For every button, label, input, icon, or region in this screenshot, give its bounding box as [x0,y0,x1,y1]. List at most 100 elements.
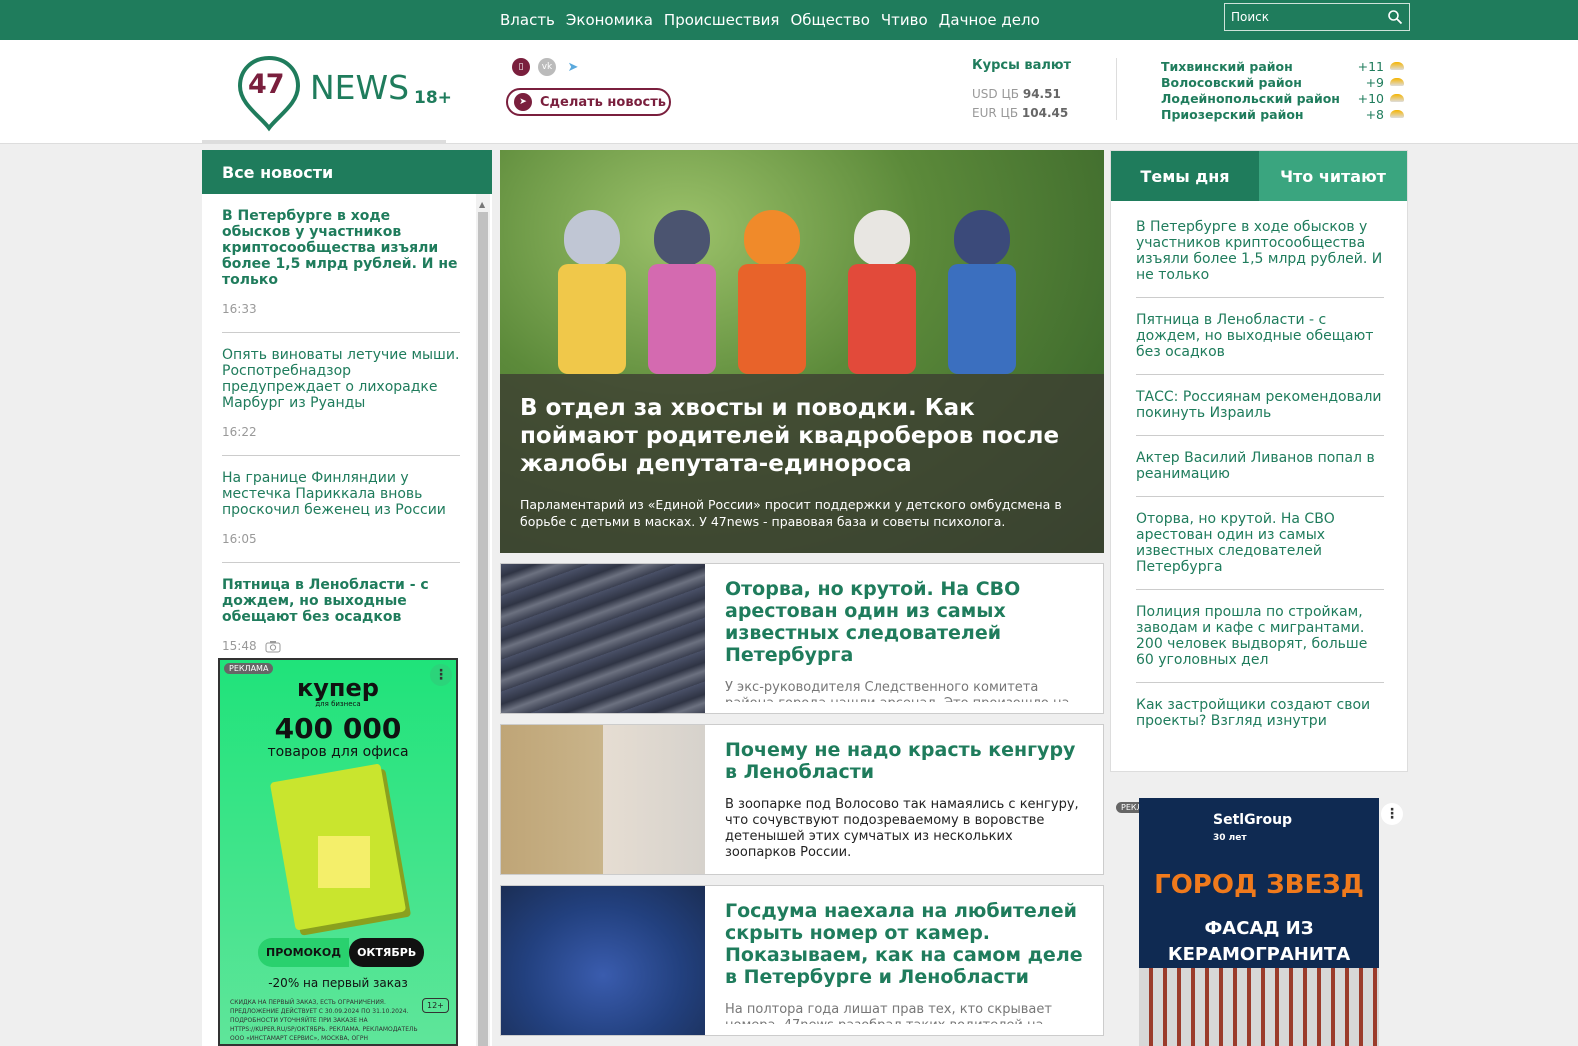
rates-title: Курсы валют [972,58,1072,73]
topic-item[interactable]: Как застройщики создают свои проекты? Вз… [1136,697,1384,743]
make-news-label: Сделать новость [540,94,666,110]
advert-kuper[interactable]: РЕКЛАМА ⋮ купер для бизнеса 400 000 това… [218,658,458,1046]
ad-discount: -20% на первый заказ [268,976,408,990]
ad-label: РЕКЛАМА [224,663,274,674]
nav-link-society[interactable]: Общество [790,11,869,29]
article-description: На полтора года лишат прав тех, кто скры… [725,1002,1052,1024]
ad-title: ГОРОД ЗВЕЗД [1154,870,1364,900]
article-title[interactable]: Почему не надо красть кенгуру в Леноблас… [725,739,1085,783]
weather-row[interactable]: Тихвинский район +11 [1161,58,1411,74]
feed-headline[interactable]: В Петербурге в ходе обысков у участников… [222,208,460,288]
logo-number: 47 [248,69,285,100]
feed-time: 15:48 [222,639,460,653]
article-image [501,725,705,874]
logo-name: NEWS [310,68,410,107]
phone-icon[interactable]: ▯ [512,58,530,76]
news-feed-title[interactable]: Все новости [202,150,492,194]
cloud-sun-icon [1390,78,1404,86]
ad-age: 12+ [422,998,449,1013]
feed-item[interactable]: Опять виноваты летучие мыши. Роспотребна… [222,347,460,456]
nav-link-vlast[interactable]: Власть [500,11,555,29]
feed-item[interactable]: На границе Финляндии у местечка Париккал… [222,470,460,563]
social-links: ▯ vk ➤ [512,58,582,76]
hero-article[interactable]: В отдел за хвосты и поводки. Как поймают… [500,150,1104,553]
topic-item[interactable]: Полиция прошла по стройкам, заводам и ка… [1136,604,1384,683]
make-news-button[interactable]: ➤ Сделать новость [506,88,671,116]
age-rating: 18+ [414,88,452,108]
cloud-sun-icon [1390,110,1404,118]
topics-list: В Петербурге в ходе обысков у участников… [1136,219,1384,757]
tab-most-read[interactable]: Что читают [1259,151,1407,201]
article-card[interactable]: Оторва, но крутой. На СВО арестован один… [500,563,1104,714]
ad-brand-sub: для бизнеса [315,700,361,708]
ad-goods: товаров для офиса [267,744,409,760]
eur-rate: EUR ЦБ 104.45 [972,106,1069,120]
weather-row[interactable]: Волосовский район +9 [1161,74,1411,90]
feed-item[interactable]: В Петербурге в ходе обысков у участников… [222,208,460,333]
feed-headline[interactable]: Опять виноваты летучие мыши. Роспотребна… [222,347,460,411]
ad-brand: купер [297,674,379,702]
send-icon: ➤ [514,93,532,111]
site-header: 47 NEWS 18+ ▯ vk ➤ ➤ Сделать новость Кур… [0,40,1578,144]
topics-column: Темы дня Что читают В Петербурге в ходе … [1110,150,1408,772]
camera-icon [265,640,281,652]
article-card[interactable]: Почему не надо красть кенгуру в Леноблас… [500,724,1104,875]
nav-link-economy[interactable]: Экономика [566,11,653,29]
feed-time: 16:05 [222,532,257,546]
ad-menu-icon[interactable]: ⋮ [1381,803,1403,825]
topic-item[interactable]: ТАСС: Россиянам рекомендовали покинуть И… [1136,389,1384,436]
tab-topics-of-day[interactable]: Темы дня [1111,151,1259,201]
article-image [501,886,705,1035]
weather-widget: Тихвинский район +11 Волосовский район +9 … [1161,58,1411,122]
hero-title[interactable]: В отдел за хвосты и поводки. Как поймают… [520,394,1084,478]
scrollbar-thumb[interactable] [478,212,488,1046]
nav-links: Власть Экономика Происшествия Общество Ч… [500,0,1040,40]
feed-item[interactable]: Пятница в Ленобласти - с дождем, но выхо… [222,577,460,653]
ad-fine-print: СКИДКА НА ПЕРВЫЙ ЗАКАЗ, ЕСТЬ ОГРАНИЧЕНИЯ… [230,999,418,1042]
site-logo[interactable]: 47 NEWS 18+ [236,54,466,132]
feed-scrollbar[interactable]: ▲ [476,194,490,1046]
nav-link-dacha[interactable]: Дачное дело [939,11,1040,29]
search-input[interactable] [1225,4,1409,30]
weather-row[interactable]: Лодейнопольский район +10 [1161,90,1411,106]
cloud-sun-icon [1390,62,1404,70]
vk-icon[interactable]: vk [538,58,556,76]
promo-label: ПРОМОКОД [258,938,350,967]
divider [1116,58,1117,120]
topic-item[interactable]: Актер Василий Ливанов попал в реанимацию [1136,450,1384,497]
article-image [501,564,705,713]
promo-badge: ПРОМОКОД ОКТЯБРЬ [258,938,425,967]
logo-underline [202,140,446,144]
currency-rates: Курсы валют USD ЦБ 94.51 EUR ЦБ 104.45 [972,58,1112,123]
feed-time: 16:22 [222,425,257,439]
topics-tabs: Темы дня Что читают [1111,151,1407,201]
feed-headline[interactable]: Пятница в Ленобласти - с дождем, но выхо… [222,577,460,625]
nav-link-reading[interactable]: Чтиво [881,11,928,29]
weather-row[interactable]: Приозерский район +8 [1161,106,1411,122]
top-navigation: Власть Экономика Происшествия Общество Ч… [0,0,1578,40]
article-description: В зоопарке под Волосово так намаялись с … [725,797,1079,860]
telegram-icon[interactable]: ➤ [564,58,582,76]
topic-item[interactable]: В Петербурге в ходе обысков у участников… [1136,219,1384,298]
feed-headline[interactable]: На границе Финляндии у местечка Париккал… [222,470,460,518]
promo-code: ОКТЯБРЬ [349,938,425,967]
article-card[interactable]: Госдума наехала на любителей скрыть номе… [500,885,1104,1036]
usd-rate: USD ЦБ 94.51 [972,87,1061,101]
advert-setl-group[interactable]: SetlGroup 30 лет ГОРОД ЗВЕЗД ФАСАД ИЗ КЕР… [1139,798,1379,1046]
article-title[interactable]: Оторва, но крутой. На СВО арестован один… [725,578,1085,666]
building-image [1139,968,1379,1046]
topic-item[interactable]: Оторва, но крутой. На СВО арестован один… [1136,511,1384,590]
cloud-sun-icon [1390,94,1404,102]
hero-description: Парламентарий из «Единой России» просит … [520,497,1062,529]
feed-time: 16:33 [222,302,257,316]
article-title[interactable]: Госдума наехала на любителей скрыть номе… [725,900,1085,988]
hero-caption: В отдел за хвосты и поводки. Как поймают… [500,374,1104,553]
search-box [1224,3,1410,31]
ad-big-number: 400 000 [274,712,402,745]
ad-subtitle: ФАСАД ИЗ КЕРАМОГРАНИТА [1167,918,1351,965]
search-icon[interactable] [1387,9,1403,25]
scroll-up-arrow-icon[interactable]: ▲ [479,200,485,209]
news-feed-list: В Петербурге в ходе обысков у участников… [222,208,460,669]
nav-link-incidents[interactable]: Происшествия [664,11,780,29]
topic-item[interactable]: Пятница в Ленобласти - с дождем, но выхо… [1136,312,1384,375]
